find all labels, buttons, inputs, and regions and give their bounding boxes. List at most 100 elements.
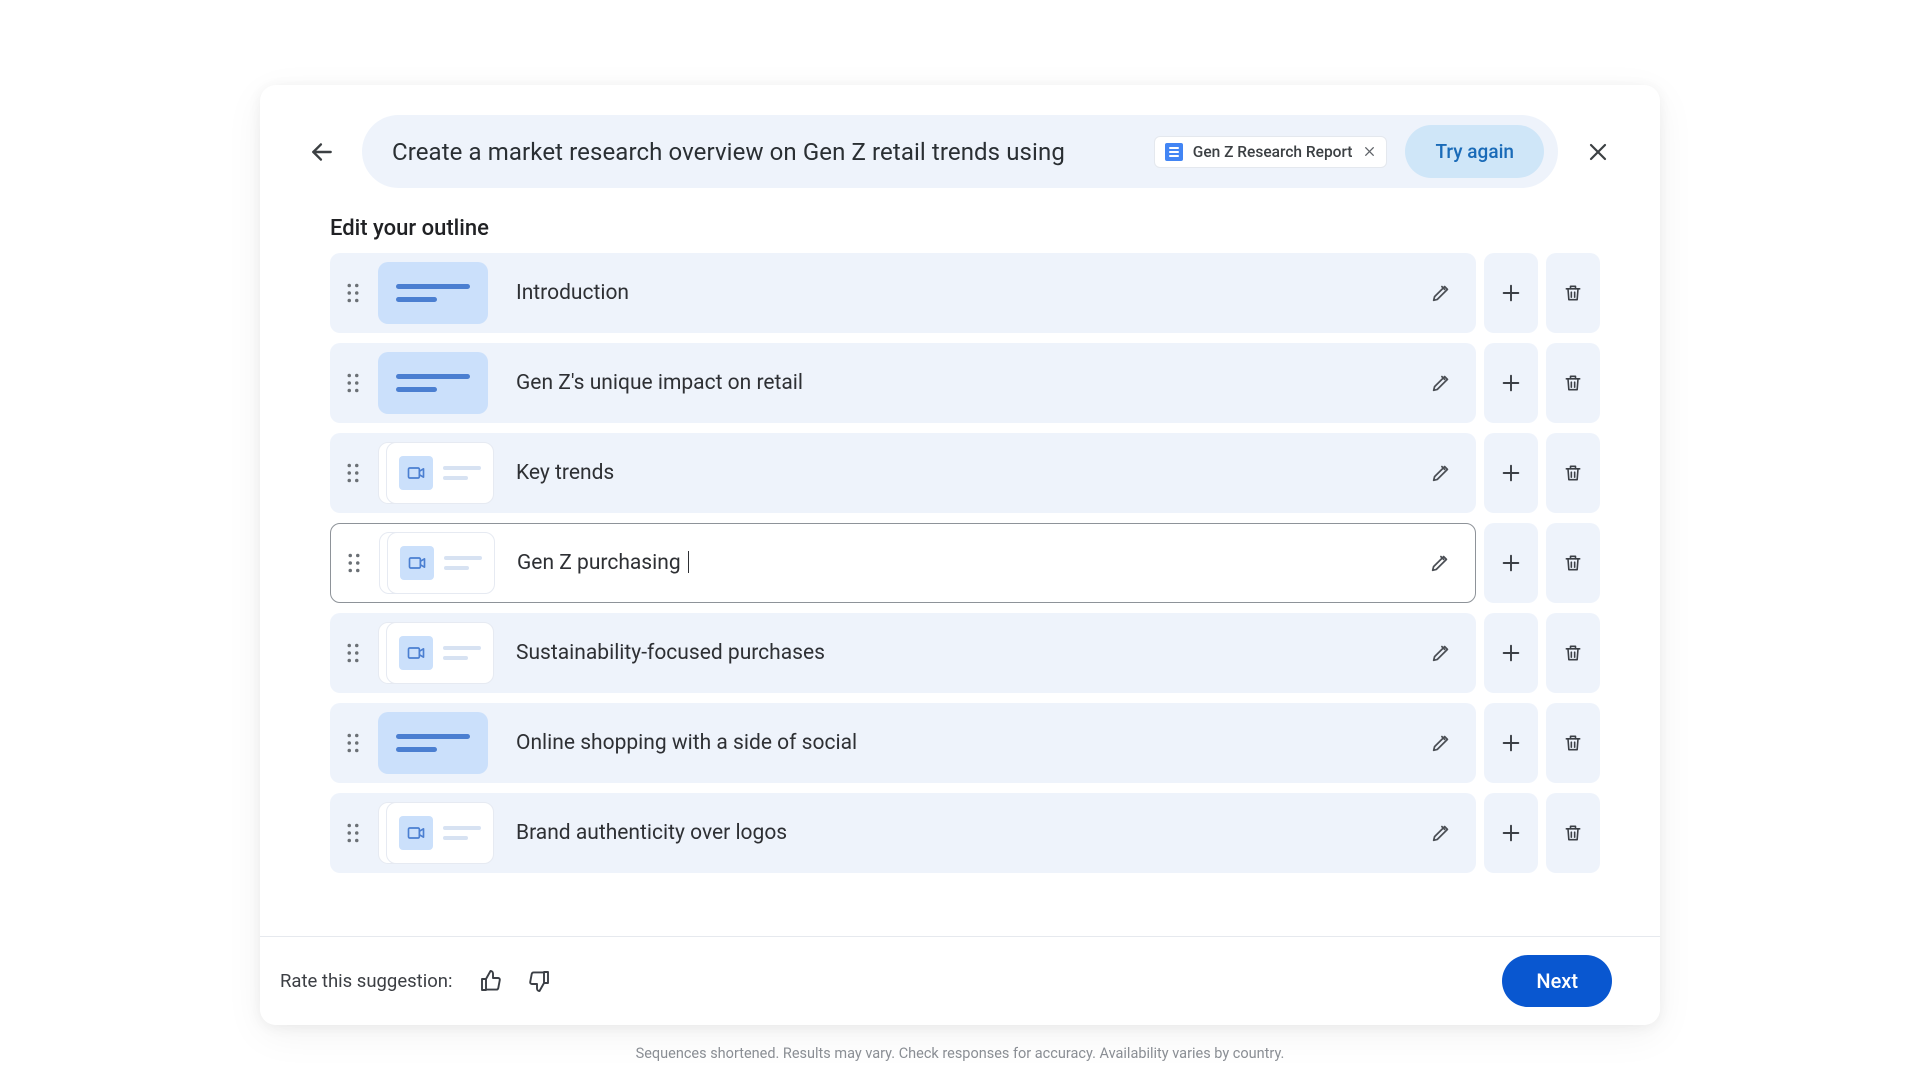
outline-card[interactable]: Key trends: [330, 433, 1476, 513]
edit-slide-button[interactable]: [1419, 552, 1461, 574]
slide-title: Key trends: [516, 461, 1420, 485]
plus-icon: [1500, 552, 1522, 574]
rate-label: Rate this suggestion:: [280, 970, 452, 992]
back-button[interactable]: [304, 134, 340, 170]
drag-handle[interactable]: [342, 373, 364, 393]
modal-footer: Rate this suggestion: Next: [260, 936, 1660, 1025]
section-title: Edit your outline: [260, 210, 1660, 253]
pencil-icon: [1430, 822, 1452, 844]
trash-icon: [1563, 822, 1583, 844]
drag-handle[interactable]: [342, 463, 364, 483]
edit-slide-button[interactable]: [1420, 642, 1462, 664]
thumbs-down-icon: [527, 969, 551, 993]
delete-slide-button[interactable]: [1546, 703, 1600, 783]
prompt-input-pill[interactable]: Create a market research overview on Gen…: [362, 115, 1558, 188]
add-slide-button[interactable]: [1484, 253, 1538, 333]
outline-row: Introduction: [330, 253, 1600, 333]
close-modal-button[interactable]: [1580, 134, 1616, 170]
slide-title[interactable]: Gen Z purchasing: [517, 551, 1419, 575]
add-slide-button[interactable]: [1484, 433, 1538, 513]
add-slide-button[interactable]: [1484, 343, 1538, 423]
drag-handle-icon: [346, 463, 360, 483]
pencil-icon: [1430, 282, 1452, 304]
drag-handle[interactable]: [342, 643, 364, 663]
slide-title: Brand authenticity over logos: [516, 821, 1420, 845]
disclaimer-text: Sequences shortened. Results may vary. C…: [0, 1045, 1920, 1062]
slide-title: Introduction: [516, 281, 1420, 305]
next-button[interactable]: Next: [1502, 955, 1612, 1007]
outline-card[interactable]: Gen Z purchasing: [330, 523, 1476, 603]
pencil-icon: [1430, 642, 1452, 664]
try-again-button[interactable]: Try again: [1405, 125, 1544, 178]
plus-icon: [1500, 372, 1522, 394]
prompt-text: Create a market research overview on Gen…: [392, 138, 1136, 166]
outline-row: Sustainability-focused purchases: [330, 613, 1600, 693]
edit-slide-button[interactable]: [1420, 732, 1462, 754]
drag-handle[interactable]: [342, 823, 364, 843]
slide-title: Sustainability-focused purchases: [516, 641, 1420, 665]
outline-list: Introduction Gen Z's unique impact on ret…: [260, 253, 1660, 936]
video-icon: [399, 456, 433, 490]
plus-icon: [1500, 642, 1522, 664]
doc-chip-label: Gen Z Research Report: [1193, 143, 1353, 161]
drag-handle[interactable]: [343, 553, 365, 573]
outline-card[interactable]: Introduction: [330, 253, 1476, 333]
plus-icon: [1500, 282, 1522, 304]
outline-card[interactable]: Sustainability-focused purchases: [330, 613, 1476, 693]
add-slide-button[interactable]: [1484, 703, 1538, 783]
outline-card[interactable]: Online shopping with a side of social: [330, 703, 1476, 783]
modal-header: Create a market research overview on Gen…: [260, 85, 1660, 210]
thumbs-down-button[interactable]: [522, 964, 556, 998]
delete-slide-button[interactable]: [1546, 253, 1600, 333]
edit-slide-button[interactable]: [1420, 462, 1462, 484]
drag-handle-icon: [346, 373, 360, 393]
slide-title: Online shopping with a side of social: [516, 731, 1420, 755]
outline-card[interactable]: Gen Z's unique impact on retail: [330, 343, 1476, 423]
drag-handle-icon: [347, 553, 361, 573]
video-icon: [399, 636, 433, 670]
outline-card[interactable]: Brand authenticity over logos: [330, 793, 1476, 873]
delete-slide-button[interactable]: [1546, 433, 1600, 513]
delete-slide-button[interactable]: [1546, 343, 1600, 423]
video-icon: [399, 816, 433, 850]
edit-slide-button[interactable]: [1420, 372, 1462, 394]
edit-slide-button[interactable]: [1420, 822, 1462, 844]
add-slide-button[interactable]: [1484, 613, 1538, 693]
attached-doc-chip[interactable]: Gen Z Research Report: [1154, 136, 1388, 168]
delete-slide-button[interactable]: [1546, 523, 1600, 603]
trash-icon: [1563, 642, 1583, 664]
add-slide-button[interactable]: [1484, 523, 1538, 603]
slide-thumbnail: [378, 442, 488, 504]
pencil-icon: [1429, 552, 1451, 574]
doc-icon: [1165, 143, 1183, 161]
edit-slide-button[interactable]: [1420, 282, 1462, 304]
trash-icon: [1563, 732, 1583, 754]
plus-icon: [1500, 462, 1522, 484]
drag-handle[interactable]: [342, 733, 364, 753]
slide-thumbnail: [378, 622, 488, 684]
slide-title: Gen Z's unique impact on retail: [516, 371, 1420, 395]
plus-icon: [1500, 822, 1522, 844]
remove-doc-button[interactable]: [1362, 145, 1376, 159]
outline-row: Online shopping with a side of social: [330, 703, 1600, 783]
outline-row: Gen Z's unique impact on retail: [330, 343, 1600, 423]
outline-row: Gen Z purchasing: [330, 523, 1600, 603]
trash-icon: [1563, 282, 1583, 304]
delete-slide-button[interactable]: [1546, 613, 1600, 693]
drag-handle-icon: [346, 643, 360, 663]
plus-icon: [1500, 732, 1522, 754]
trash-icon: [1563, 552, 1583, 574]
pencil-icon: [1430, 372, 1452, 394]
close-icon: [1363, 145, 1376, 158]
outline-editor-modal: Create a market research overview on Gen…: [260, 85, 1660, 1025]
slide-thumbnail: [378, 352, 488, 414]
drag-handle[interactable]: [342, 283, 364, 303]
text-cursor: [688, 551, 690, 573]
arrow-left-icon: [309, 139, 335, 165]
trash-icon: [1563, 372, 1583, 394]
delete-slide-button[interactable]: [1546, 793, 1600, 873]
thumbs-up-icon: [479, 969, 503, 993]
thumbs-up-button[interactable]: [474, 964, 508, 998]
add-slide-button[interactable]: [1484, 793, 1538, 873]
pencil-icon: [1430, 462, 1452, 484]
